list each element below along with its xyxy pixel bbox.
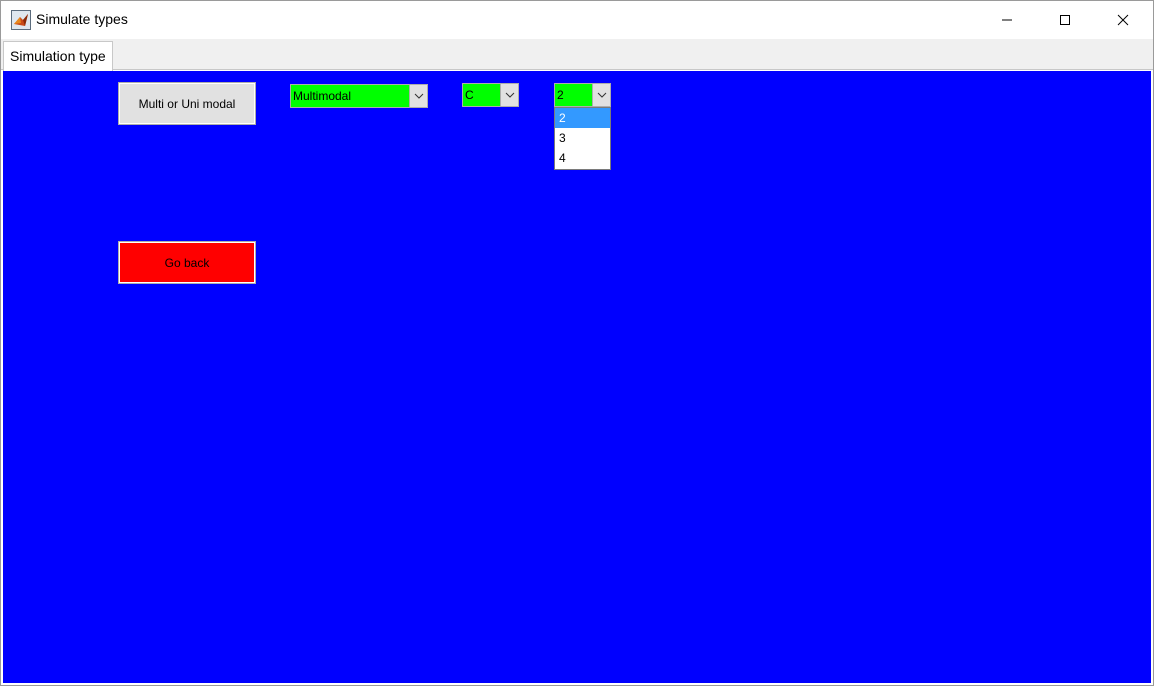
letter-dropdown[interactable]: C [462,83,519,107]
multi-uni-modal-button[interactable]: Multi or Uni modal [118,82,256,125]
dropdown-option[interactable]: 4 [555,148,610,168]
modal-type-dropdown[interactable]: Multimodal [290,84,428,108]
maximize-icon [1060,15,1070,25]
title-bar[interactable]: Simulate types [1,1,1153,39]
chevron-down-icon[interactable] [500,84,518,106]
close-icon [1117,14,1129,26]
app-window: Simulate types Simulation type Multi or … [0,0,1154,686]
dropdown-value: 2 [557,88,564,102]
maximize-button[interactable] [1037,1,1093,39]
count-dropdown[interactable]: 2 [554,83,611,107]
chevron-down-icon[interactable] [592,84,610,106]
chevron-down-icon[interactable] [409,85,427,107]
count-dropdown-list: 2 3 4 [554,107,611,170]
minimize-icon [1002,19,1012,21]
matlab-icon [11,10,31,30]
dropdown-option[interactable]: 2 [555,108,610,128]
tab-simulation-type[interactable]: Simulation type [3,41,113,71]
go-back-button[interactable]: Go back [118,241,256,284]
minimize-button[interactable] [979,1,1035,39]
tab-strip: Simulation type [1,39,1153,71]
simulation-panel: Multi or Uni modal Multimodal C 2 2 3 4 … [3,71,1151,683]
close-button[interactable] [1095,1,1151,39]
dropdown-value: C [465,88,474,102]
dropdown-value: Multimodal [293,89,352,103]
window-title: Simulate types [36,11,128,27]
dropdown-option[interactable]: 3 [555,128,610,148]
